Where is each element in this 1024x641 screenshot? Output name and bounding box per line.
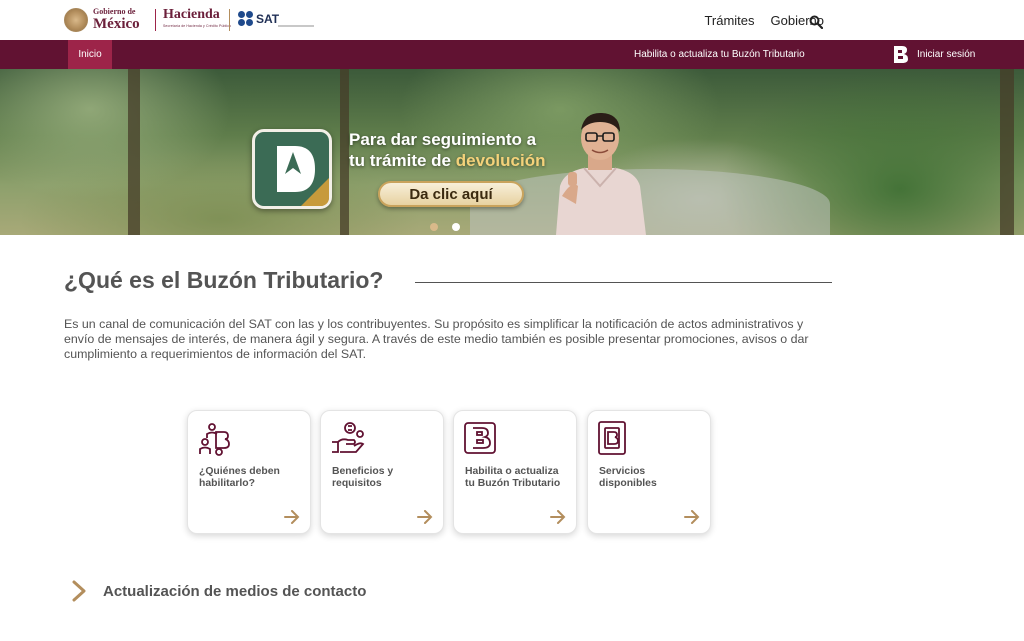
carousel-indicators [430, 223, 460, 231]
card-label: Habilita o actualiza tu Buzón Tributario [465, 466, 561, 489]
nav-tramites[interactable]: Trámites [704, 13, 754, 28]
people-b-icon [199, 423, 230, 456]
hacienda-name: Hacienda [163, 7, 220, 22]
devolucion-app-icon [252, 129, 332, 209]
hero-headline-accent: devolución [455, 151, 546, 170]
card-label: ¿Quiénes deben habilitarlo? [199, 466, 280, 489]
title-divider [415, 282, 832, 283]
app-icon-corner [301, 178, 329, 206]
sat-logo[interactable]: SAT [238, 11, 279, 27]
nav-habilita-buzon[interactable]: Habilita o actualiza tu Buzón Tributario [634, 40, 805, 69]
gobierno-small-text: Gobierno de [93, 7, 136, 16]
arrow-right-icon [284, 510, 300, 524]
top-header: Gobierno de México Hacienda Secretaría d… [0, 0, 1024, 40]
hacienda-logo[interactable]: Hacienda Secretaría de Hacienda y Crédit… [163, 7, 232, 29]
login-label: Iniciar sesión [917, 49, 976, 60]
mexico-seal-icon [64, 8, 88, 32]
top-nav: Trámites Gobierno [704, 13, 824, 28]
logo-divider [229, 9, 230, 31]
logo-divider [155, 9, 156, 31]
tree-trunk [340, 69, 349, 235]
card-habilita-buzon[interactable]: Habilita o actualiza tu Buzón Tributario [453, 410, 577, 534]
carousel-dot-1[interactable] [430, 223, 438, 231]
nav-inicio[interactable]: Inicio [68, 40, 112, 69]
card-beneficios[interactable]: Beneficios y requisitos [320, 410, 444, 534]
chevron-right-icon [72, 580, 86, 602]
card-label: Servicios disponibles [599, 466, 657, 489]
buzon-b-icon [894, 46, 908, 63]
section-title: ¿Qué es el Buzón Tributario? [64, 267, 384, 293]
arrow-right-icon [684, 510, 700, 524]
benefits-icon [332, 422, 365, 453]
hero-headline-2-prefix: tu trámite de [349, 151, 456, 170]
hacienda-subtitle: Secretaría de Hacienda y Crédito Público [163, 24, 232, 28]
search-icon[interactable] [809, 15, 823, 29]
gobierno-de-mexico-logo[interactable]: Gobierno de México [64, 6, 140, 34]
sat-logo-text: SAT [256, 12, 280, 26]
arrow-right-icon [417, 510, 433, 524]
person-illustration [556, 112, 646, 235]
buzon-b-icon [464, 422, 496, 454]
tree-trunk [1000, 69, 1014, 235]
section-description: Es un canal de comunicación del SAT con … [64, 317, 809, 361]
tree-trunk [128, 69, 140, 235]
carousel-dot-2[interactable] [452, 223, 460, 231]
sat-underline [278, 25, 314, 27]
accordion-medios-contacto[interactable]: Actualización de medios de contacto [64, 576, 824, 606]
card-label: Beneficios y requisitos [332, 466, 394, 489]
card-quienes-deben[interactable]: ¿Quiénes deben habilitarlo? [187, 410, 311, 534]
card-servicios[interactable]: Servicios disponibles [587, 410, 711, 534]
hero-headline-1: Para dar seguimiento a [349, 130, 537, 149]
arrow-right-icon [550, 510, 566, 524]
main-nav-bar: Inicio Habilita o actualiza tu Buzón Tri… [0, 40, 1024, 69]
sat-dots-icon [238, 11, 254, 27]
hero-headline-2: tu trámite de devolución [349, 151, 545, 171]
accordion-label: Actualización de medios de contacto [103, 582, 367, 600]
login-button[interactable]: Iniciar sesión [892, 44, 975, 65]
gobierno-big-text: México [93, 16, 140, 32]
hero-cta-button[interactable]: Da clic aquí [378, 181, 524, 207]
services-icon [598, 421, 626, 455]
